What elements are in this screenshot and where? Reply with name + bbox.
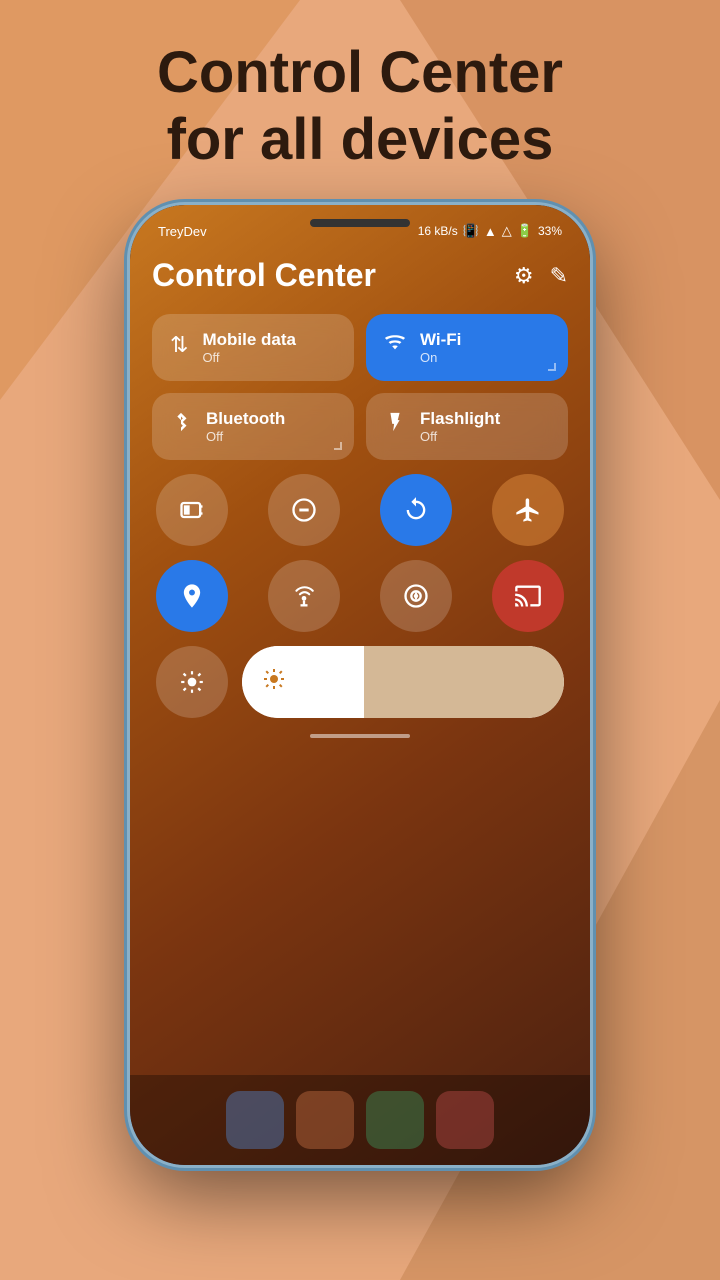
phone-frame: TreyDev 16 kB/s 📳 ▲ △ 🔋 33% Control Cent… [130, 205, 590, 1165]
location-btn[interactable] [156, 560, 228, 632]
cc-header-icons: ⚙ ✎ [514, 263, 568, 289]
bottom-app-strip [130, 1075, 590, 1165]
mobile-data-name: Mobile data [202, 330, 296, 350]
nfc-btn[interactable] [380, 560, 452, 632]
edit-icon[interactable]: ✎ [550, 263, 568, 289]
wifi-corner [548, 363, 556, 371]
signal-icon: △ [502, 223, 512, 239]
brightness-circle-btn[interactable] [156, 646, 228, 718]
cast-btn[interactable] [492, 560, 564, 632]
phone-notch [310, 219, 410, 227]
wifi-tile-icon [384, 332, 406, 360]
flashlight-text: Flashlight Off [420, 409, 500, 444]
home-indicator [310, 734, 410, 738]
dnd-btn[interactable] [268, 474, 340, 546]
brightness-rest [364, 646, 564, 718]
network-speed: 16 kB/s [418, 224, 458, 238]
flashlight-icon [384, 411, 406, 439]
circles-row-1 [152, 474, 568, 546]
battery-saver-btn[interactable] [156, 474, 228, 546]
app-icon-3 [366, 1091, 424, 1149]
app-icon-1 [226, 1091, 284, 1149]
phone-screen: TreyDev 16 kB/s 📳 ▲ △ 🔋 33% Control Cent… [130, 205, 590, 1165]
bluetooth-status: Off [206, 429, 285, 444]
cc-header: Control Center ⚙ ✎ [152, 257, 568, 294]
wifi-status-icon: ▲ [484, 224, 497, 239]
flashlight-status: Off [420, 429, 500, 444]
mobile-data-text: Mobile data Off [202, 330, 296, 365]
circles-row-2 [152, 560, 568, 632]
mobile-data-icon: ⇅ [170, 332, 188, 358]
flashlight-name: Flashlight [420, 409, 500, 429]
battery-percent: 33% [538, 224, 562, 238]
tiles-grid: ⇅ Mobile data Off [152, 314, 568, 460]
hotspot-btn[interactable] [268, 560, 340, 632]
wifi-tile[interactable]: Wi-Fi On [366, 314, 568, 381]
brightness-fill [242, 646, 364, 718]
cc-title: Control Center [152, 257, 376, 294]
wifi-status: On [420, 350, 461, 365]
flashlight-tile[interactable]: Flashlight Off [366, 393, 568, 460]
settings-icon[interactable]: ⚙ [514, 263, 534, 289]
battery-icon: 🔋 [517, 223, 533, 239]
carrier-label: TreyDev [158, 224, 207, 239]
wifi-text: Wi-Fi On [420, 330, 461, 365]
airplane-btn[interactable] [492, 474, 564, 546]
hero-title: Control Center for all devices [0, 40, 720, 173]
app-icon-4 [436, 1091, 494, 1149]
bluetooth-tile[interactable]: Bluetooth Off [152, 393, 354, 460]
rotate-btn[interactable] [380, 474, 452, 546]
vibrate-icon: 📳 [463, 223, 479, 239]
bluetooth-icon [170, 411, 192, 439]
bluetooth-name: Bluetooth [206, 409, 285, 429]
mobile-data-tile[interactable]: ⇅ Mobile data Off [152, 314, 354, 381]
status-right: 16 kB/s 📳 ▲ △ 🔋 33% [418, 223, 562, 239]
brightness-slider[interactable] [242, 646, 564, 718]
app-icon-2 [296, 1091, 354, 1149]
cc-content: Control Center ⚙ ✎ ⇅ Mobile data Off [130, 247, 590, 758]
brightness-slider-icon [262, 667, 286, 698]
mobile-data-status: Off [202, 350, 296, 365]
bt-corner [334, 442, 342, 450]
wifi-name: Wi-Fi [420, 330, 461, 350]
bluetooth-text: Bluetooth Off [206, 409, 285, 444]
brightness-row [152, 646, 568, 718]
